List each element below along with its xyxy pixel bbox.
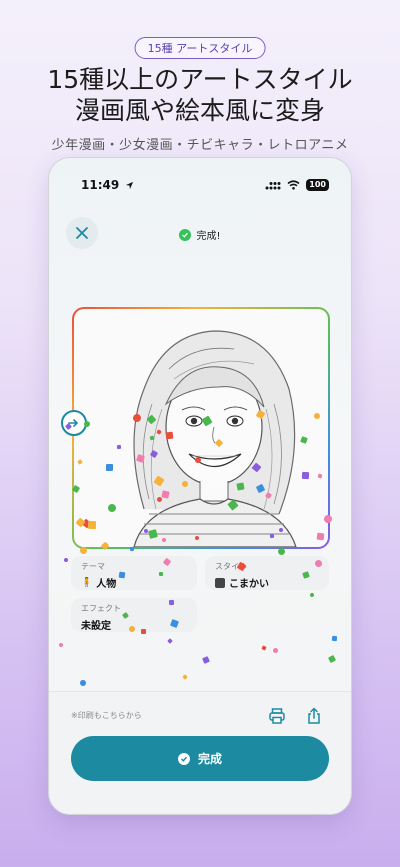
wifi-icon: [287, 180, 300, 190]
effect-card[interactable]: エフェクト 未設定: [71, 598, 197, 632]
status-icons: 100: [265, 179, 329, 191]
share-icon: [308, 707, 320, 724]
portrait-frame: [72, 307, 330, 549]
confetti-piece: [309, 592, 315, 598]
completion-status-text: 完成!: [196, 231, 221, 242]
confetti-piece: [63, 557, 69, 563]
headline: 15種以上のアートスタイル 漫画風や絵本風に変身: [0, 64, 400, 126]
confetti-piece: [58, 642, 64, 648]
sketch-portrait-image: [74, 309, 328, 547]
confetti-piece: [182, 674, 188, 680]
confetti-piece: [331, 635, 338, 642]
style-thumbnail-icon: [215, 577, 225, 588]
confetti-piece: [272, 647, 279, 654]
person-icon: 🧍: [81, 577, 93, 588]
style-card-value: こまかい: [215, 575, 319, 590]
status-time: 11:49: [81, 178, 134, 192]
cellular-signal-icon: [265, 181, 281, 189]
printer-icon: [269, 708, 285, 724]
confetti-piece: [167, 638, 173, 644]
theme-card-value: 🧍 人物: [81, 577, 117, 591]
confetti-piece: [202, 656, 210, 664]
confetti-piece: [327, 654, 337, 664]
confetti-piece: [78, 678, 88, 688]
complete-button-label: 完成: [197, 752, 222, 766]
share-button[interactable]: [300, 702, 328, 730]
style-card-label: スタイル: [215, 562, 247, 571]
effect-card-value: 未設定: [81, 621, 111, 632]
compare-slider-handle[interactable]: [61, 410, 87, 436]
battery-icon: 100: [306, 179, 329, 191]
check-circle-icon: [177, 752, 190, 765]
headline-line-1: 15種以上のアートスタイル: [47, 65, 353, 94]
completion-status: 完成!: [49, 227, 351, 242]
style-card[interactable]: スタイル こまかい: [205, 556, 329, 590]
style-list-subline: 少年漫画・少女漫画・チビキャラ・レトロアニメ: [51, 138, 349, 153]
arrow-right-icon: [68, 419, 79, 427]
print-hint-text: ※印刷もこちらから: [71, 711, 142, 720]
confetti-piece: [261, 645, 267, 651]
complete-button[interactable]: 完成: [71, 736, 329, 781]
status-bar: 11:49 100: [49, 178, 351, 194]
location-arrow-icon: [126, 181, 134, 190]
check-circle-icon: [179, 228, 192, 241]
phone-mockup: 11:49 100 完成! テーマ 🧍 人物 スタイル こまかい エフェクト 未…: [48, 157, 352, 815]
print-button[interactable]: [263, 702, 291, 730]
effect-card-label: エフェクト: [81, 604, 121, 613]
theme-card[interactable]: テーマ 🧍 人物: [71, 556, 197, 590]
style-count-badge: 15種 アートスタイル: [134, 37, 266, 59]
theme-card-label: テーマ: [81, 562, 105, 571]
bottom-action-bar: ※印刷もこちらから 完成: [49, 691, 351, 814]
headline-line-2: 漫画風や絵本風に変身: [74, 96, 325, 125]
